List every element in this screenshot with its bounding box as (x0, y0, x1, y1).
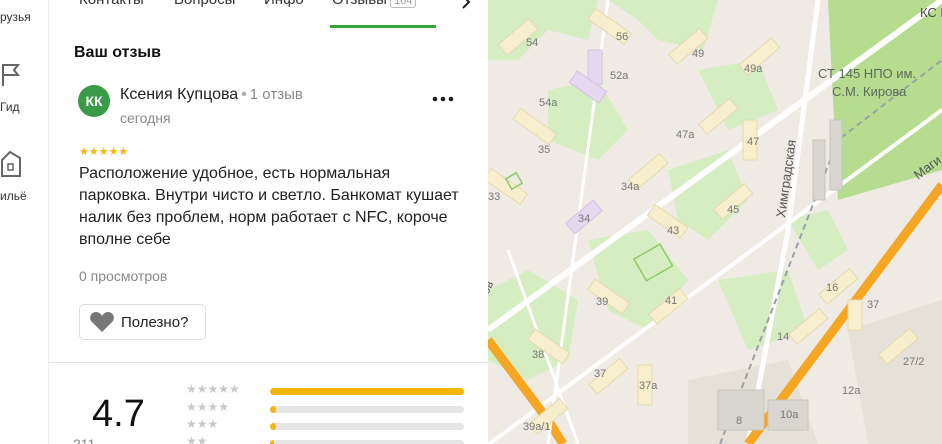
rating-row-bar (270, 388, 464, 395)
rating-row-bar (270, 406, 464, 413)
map-label: 41 (665, 295, 677, 307)
review-date: сегодня (120, 110, 171, 126)
active-tab-indicator (330, 25, 436, 28)
reviews-count-badge: 164 (389, 0, 417, 8)
chevron-right-icon[interactable] (459, 0, 473, 10)
map-label: 34а (621, 181, 640, 193)
map-label: 47а (676, 129, 695, 141)
rating-row-fill (270, 388, 464, 395)
rating-row-stars: ★★★ (186, 417, 219, 431)
rating-row-fill (270, 423, 276, 430)
reviews-panel: Контакты Вопросы Инфо Отзывы164 Ваш отзы… (48, 0, 489, 444)
rating-row-stars: ★★ (186, 434, 208, 444)
review-views: 0 просмотров (79, 268, 168, 284)
map-label: 47 (747, 136, 759, 148)
sidebar-item-friends-label[interactable]: рузья (0, 10, 31, 24)
flag-icon[interactable] (0, 60, 26, 88)
heart-icon (90, 312, 114, 332)
review-author-line: Ксения Купцова • 1 отзыв (120, 86, 303, 103)
map-label: 37а (639, 380, 658, 392)
divider (49, 362, 489, 363)
rating-row-bar (270, 440, 464, 444)
tab-bar: Контакты Вопросы Инфо Отзывы164 (49, 0, 489, 30)
sidebar-item-guide-label[interactable]: Гид (0, 100, 20, 114)
map-label[interactable]: КС № (920, 5, 942, 20)
rating-distribution-row: ★★★★★ (186, 382, 464, 397)
rating-row-bar (270, 423, 464, 430)
map-label: 43 (667, 225, 679, 237)
map-label[interactable]: С.М. Кирова (832, 84, 907, 99)
map-label: 35 (538, 144, 550, 156)
rating-row-stars: ★★★★ (186, 400, 230, 414)
your-review-heading: Ваш отзыв (74, 44, 161, 61)
average-rating: 4.7 (92, 393, 145, 435)
author-review-count[interactable]: 1 отзыв (250, 86, 303, 103)
map-label: 27/2 (903, 356, 924, 368)
map-label: 45 (727, 204, 739, 216)
tab-reviews-label: Отзывы (332, 0, 387, 8)
rating-row-fill (270, 440, 274, 444)
rating-row-fill (270, 406, 276, 413)
tab-reviews[interactable]: Отзывы164 (332, 0, 417, 8)
rating-row-stars: ★★★★★ (186, 382, 240, 396)
review-text: Расположение удобное, есть нормальная па… (79, 165, 459, 248)
useful-label: Полезно? (121, 313, 189, 331)
rating-distribution-row: ★★★ (186, 417, 464, 432)
map-label: 39а/1 (523, 421, 551, 433)
rating-distribution-row: ★★ (186, 434, 464, 444)
map-label: 56 (616, 31, 628, 43)
sidebar-item-housing-label[interactable]: ильё (0, 189, 27, 203)
map-label: 52а (610, 70, 629, 82)
ratings-count: 211 (73, 436, 96, 444)
map-label: 14 (777, 331, 789, 343)
map-label: 37 (594, 368, 606, 380)
map-label: 49 (692, 48, 704, 60)
tab-contacts[interactable]: Контакты (79, 0, 144, 8)
rating-distribution-row: ★★★★ (186, 400, 464, 415)
map-label: 16 (826, 282, 838, 294)
map-label: 34 (578, 213, 590, 225)
housing-icon[interactable] (0, 148, 26, 178)
map-label: 39 (596, 296, 608, 308)
tab-info[interactable]: Инфо (264, 0, 304, 8)
map-canvas[interactable]: КС № СТ 145 НПО им. С.М. Кирова Химградс… (488, 0, 942, 444)
map-label: 54а (539, 97, 558, 109)
map-label: 37 (867, 299, 879, 311)
map-label: 33 (488, 191, 500, 203)
avatar[interactable]: КК (78, 85, 110, 117)
author-name[interactable]: Ксения Купцова (120, 86, 238, 103)
map-label: 38 (532, 349, 544, 361)
map-label[interactable]: СТ 145 НПО им. (818, 66, 916, 81)
review-stars: ★★★★★ (79, 146, 129, 158)
map-label: 12а (842, 385, 861, 397)
useful-button[interactable]: Полезно? (79, 304, 206, 340)
more-options-icon[interactable] (432, 96, 454, 102)
tab-questions[interactable]: Вопросы (174, 0, 235, 8)
left-sidebar: рузья Гид ильё (0, 0, 48, 444)
map-label: 54 (526, 37, 538, 49)
map-label: 10а (780, 409, 799, 421)
map-view[interactable]: КС № СТ 145 НПО им. С.М. Кирова Химградс… (488, 0, 942, 444)
map-label: 8 (736, 415, 742, 427)
map-label: 49а (744, 63, 763, 75)
